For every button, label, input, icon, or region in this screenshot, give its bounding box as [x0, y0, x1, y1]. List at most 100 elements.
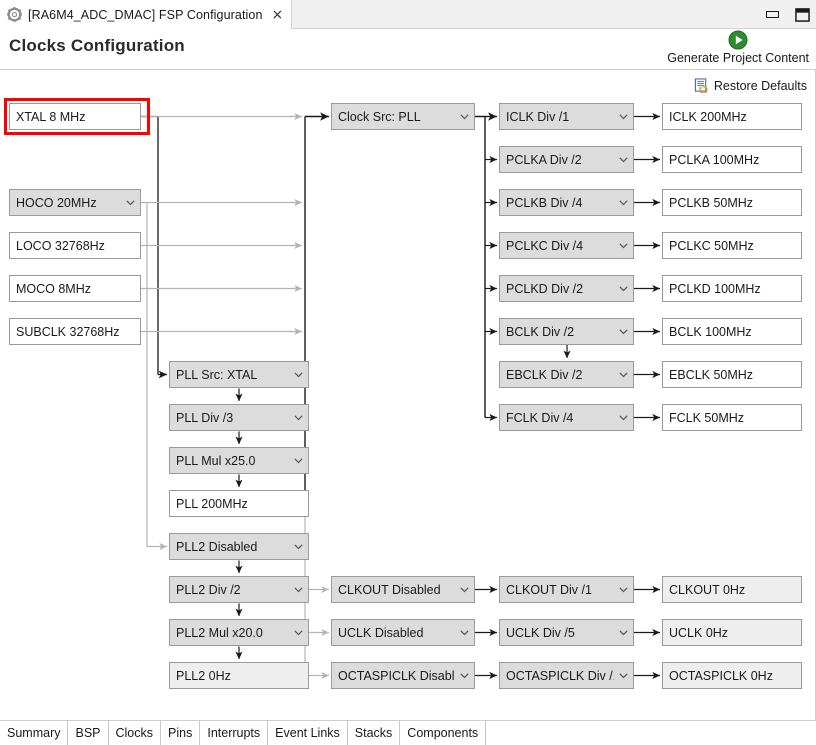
pll-div[interactable]: PLL Div /3 [169, 404, 309, 431]
bclk-out-label: BCLK 100MHz [669, 324, 752, 339]
pclka-out-label: PCLKA 100MHz [669, 152, 760, 167]
pll-div-label: PLL Div /3 [176, 410, 234, 425]
pclkd-div[interactable]: PCLKD Div /2 [499, 275, 634, 302]
hoco[interactable]: HOCO 20MHz [9, 189, 141, 216]
pclkd-out-label: PCLKD 100MHz [669, 281, 761, 296]
chevron-down-icon[interactable] [289, 412, 304, 423]
clkout-div[interactable]: CLKOUT Div /1 [499, 576, 634, 603]
uclk-enable[interactable]: UCLK Disabled [331, 619, 475, 646]
iclk-out-label: ICLK 200MHz [669, 109, 747, 124]
close-icon[interactable]: × [272, 8, 284, 22]
chevron-down-icon[interactable] [289, 584, 304, 595]
pclka-div-label: PCLKA Div /2 [506, 152, 582, 167]
chevron-down-icon[interactable] [455, 627, 470, 638]
tab-event-links[interactable]: Event Links [268, 721, 348, 745]
maximize-icon[interactable] [795, 7, 810, 22]
octaspiclk-enable[interactable]: OCTASPICLK Disabled [331, 662, 475, 689]
editor-tab-fsp-configuration[interactable]: [RA6M4_ADC_DMAC] FSP Configuration × [0, 0, 293, 29]
clkout-out-label: CLKOUT 0Hz [669, 582, 746, 597]
xtal: XTAL 8 MHz [9, 103, 141, 130]
loco-label: LOCO 32768Hz [16, 238, 105, 253]
chevron-down-icon[interactable] [289, 627, 304, 638]
chevron-down-icon[interactable] [614, 326, 629, 337]
chevron-down-icon[interactable] [121, 197, 136, 208]
tab-clocks-label: Clocks [115, 726, 154, 740]
tab-interrupts[interactable]: Interrupts [200, 721, 269, 745]
octaspiclk-div[interactable]: OCTASPICLK Div /1 [499, 662, 634, 689]
uclk-out-label: UCLK 0Hz [669, 625, 729, 640]
tab-clocks[interactable]: Clocks [108, 721, 162, 745]
generate-project-content-button[interactable]: Generate Project Content [667, 30, 809, 65]
chevron-down-icon[interactable] [614, 369, 629, 380]
tab-pins[interactable]: Pins [161, 721, 201, 745]
generate-project-content-label: Generate Project Content [667, 51, 809, 65]
chevron-down-icon[interactable] [614, 197, 629, 208]
tab-components[interactable]: Components [400, 721, 487, 745]
chevron-down-icon[interactable] [614, 412, 629, 423]
tab-summary-label: Summary [7, 726, 61, 740]
chevron-down-icon[interactable] [455, 670, 470, 681]
page-header: Clocks Configuration Generate Project Co… [0, 29, 816, 69]
pclka-div[interactable]: PCLKA Div /2 [499, 146, 634, 173]
octaspiclk-out: OCTASPICLK 0Hz [662, 662, 802, 689]
iclk-div[interactable]: ICLK Div /1 [499, 103, 634, 130]
bclk-div-label: BCLK Div /2 [506, 324, 575, 339]
uclk-div[interactable]: UCLK Div /5 [499, 619, 634, 646]
xtal-label: XTAL 8 MHz [16, 109, 86, 124]
pclkb-div[interactable]: PCLKB Div /4 [499, 189, 634, 216]
moco-label: MOCO 8MHz [16, 281, 91, 296]
bclk-div[interactable]: BCLK Div /2 [499, 318, 634, 345]
pclkc-out-label: PCLKC 50MHz [669, 238, 754, 253]
chevron-down-icon[interactable] [289, 369, 304, 380]
tab-stacks[interactable]: Stacks [347, 721, 401, 745]
ebclk-out-label: EBCLK 50MHz [669, 367, 754, 382]
tab-bsp-label: BSP [75, 726, 101, 740]
pclkc-div[interactable]: PCLKC Div /4 [499, 232, 634, 259]
chevron-down-icon[interactable] [614, 670, 629, 681]
fclk-div[interactable]: FCLK Div /4 [499, 404, 634, 431]
loco: LOCO 32768Hz [9, 232, 141, 259]
pclkc-out: PCLKC 50MHz [662, 232, 802, 259]
page-title: Clocks Configuration [9, 36, 185, 55]
chevron-down-icon[interactable] [455, 584, 470, 595]
pll2-out: PLL2 0Hz [169, 662, 309, 689]
tab-summary[interactable]: Summary [0, 721, 69, 745]
pll2-src[interactable]: PLL2 Disabled [169, 533, 309, 560]
ebclk-div[interactable]: EBCLK Div /2 [499, 361, 634, 388]
chevron-down-icon[interactable] [289, 541, 304, 552]
pclkd-div-label: PCLKD Div /2 [506, 281, 584, 296]
subclk: SUBCLK 32768Hz [9, 318, 141, 345]
chevron-down-icon[interactable] [289, 455, 304, 466]
clocks-configuration-panel: Restore Defaults XTAL 8 MHz HOCO 20MHz L… [0, 69, 816, 721]
chevron-down-icon[interactable] [614, 283, 629, 294]
octaspiclk-out-label: OCTASPICLK 0Hz [669, 668, 773, 683]
chevron-down-icon[interactable] [614, 111, 629, 122]
chevron-down-icon[interactable] [614, 627, 629, 638]
tab-components-label: Components [407, 726, 479, 740]
octaspiclk-enable-label: OCTASPICLK Disabled [338, 668, 455, 683]
chevron-down-icon[interactable] [614, 240, 629, 251]
chevron-down-icon[interactable] [455, 111, 470, 122]
ebclk-div-label: EBCLK Div /2 [506, 367, 583, 382]
clock-src[interactable]: Clock Src: PLL [331, 103, 475, 130]
clkout-div-label: CLKOUT Div /1 [506, 582, 592, 597]
minimize-icon[interactable] [766, 11, 779, 18]
pll2-out-label: PLL2 0Hz [176, 668, 231, 683]
hoco-label: HOCO 20MHz [16, 195, 97, 210]
tab-bsp[interactable]: BSP [68, 721, 109, 745]
chevron-down-icon[interactable] [614, 154, 629, 165]
moco: MOCO 8MHz [9, 275, 141, 302]
tab-event-links-label: Event Links [275, 726, 340, 740]
uclk-enable-label: UCLK Disabled [338, 625, 424, 640]
pll2-src-label: PLL2 Disabled [176, 539, 258, 554]
fclk-out: FCLK 50MHz [662, 404, 802, 431]
pll2-div[interactable]: PLL2 Div /2 [169, 576, 309, 603]
pll2-mul[interactable]: PLL2 Mul x20.0 [169, 619, 309, 646]
clkout-enable[interactable]: CLKOUT Disabled [331, 576, 475, 603]
title-bar: [RA6M4_ADC_DMAC] FSP Configuration × [0, 0, 816, 29]
tab-stacks-label: Stacks [354, 726, 393, 740]
chevron-down-icon[interactable] [614, 584, 629, 595]
fclk-out-label: FCLK 50MHz [669, 410, 745, 425]
pll-mul[interactable]: PLL Mul x25.0 [169, 447, 309, 474]
pll-src[interactable]: PLL Src: XTAL [169, 361, 309, 388]
